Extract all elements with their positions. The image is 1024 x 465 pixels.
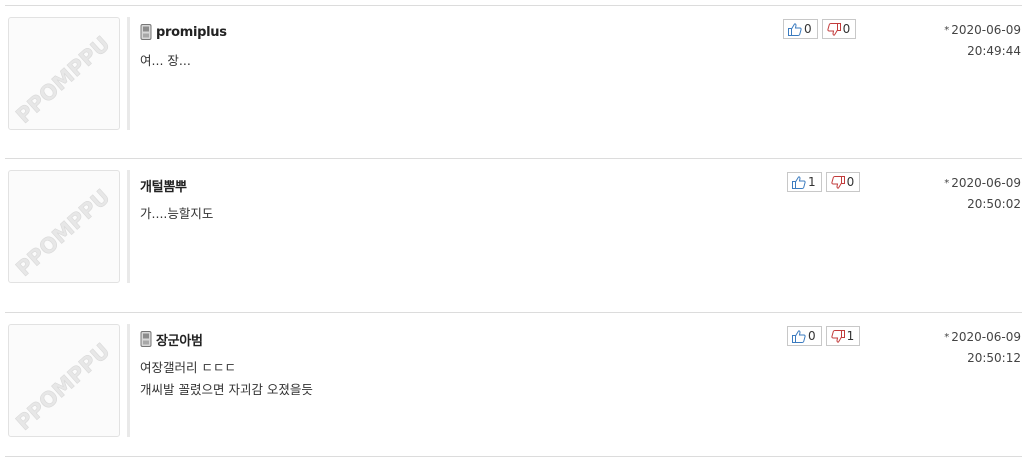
dislike-button[interactable]: 1 [825, 326, 861, 346]
thumbs-up-icon [788, 22, 802, 36]
comment-line: 가....능할지도 [140, 206, 214, 221]
mobile-phone-icon [140, 24, 152, 40]
like-button[interactable]: 0 [787, 326, 822, 346]
vote-buttons: 0 1 [787, 326, 861, 346]
comment-date: 2020-06-09 [951, 330, 1021, 344]
svg-text:PPOMPPU: PPOMPPU [11, 185, 114, 281]
comment-author[interactable]: promiplus [140, 23, 227, 41]
avatar[interactable]: PPOMPPU [8, 17, 120, 130]
dislike-button[interactable]: 0 [821, 19, 857, 39]
comment-item: PPOMPPU promiplus 여... 장... 0 0 * 2020-0… [0, 6, 1024, 158]
ppomppu-watermark-icon: PPOMPPU [11, 184, 115, 281]
like-count: 0 [808, 329, 816, 343]
comment-line: 여장갤러리 ㄷㄷㄷ [140, 360, 236, 375]
thumbs-down-icon [831, 175, 845, 189]
dislike-button[interactable]: 0 [825, 172, 861, 192]
dislike-count: 0 [842, 22, 851, 36]
comment-date: 2020-06-09 [951, 176, 1021, 190]
comment-item: PPOMPPU 개털뽐뿌 가....능할지도 1 0 * 2020-06-09 … [0, 159, 1024, 311]
thumbs-up-icon [792, 175, 806, 189]
like-button[interactable]: 1 [787, 172, 822, 192]
svg-text:PPOMPPU: PPOMPPU [11, 339, 114, 435]
comment-time: 20:50:02 [967, 197, 1021, 211]
dislike-count: 1 [846, 329, 855, 343]
comment-indent-bar [127, 170, 130, 283]
author-name: 장군아범 [156, 333, 203, 349]
ppomppu-watermark-icon: PPOMPPU [11, 31, 115, 128]
ppomppu-watermark-icon: PPOMPPU [11, 338, 115, 435]
comment-indent-bar [127, 324, 130, 437]
comment-indent-bar [127, 17, 130, 130]
comment-meta: * 2020-06-09 20:50:02 [944, 173, 1021, 215]
comment-list: PPOMPPU promiplus 여... 장... 0 0 * 2020-0… [0, 0, 1024, 462]
meta-bullet: * [944, 178, 950, 189]
avatar[interactable]: PPOMPPU [8, 324, 120, 437]
comment-author[interactable]: 개털뽐뿌 [140, 176, 187, 195]
thumbs-down-icon [827, 22, 841, 36]
vote-buttons: 1 0 [787, 172, 861, 192]
comment-meta: * 2020-06-09 20:49:44 [944, 20, 1021, 62]
avatar[interactable]: PPOMPPU [8, 170, 120, 283]
comment-body: 여... 장... [140, 50, 191, 72]
comment-line: 여... 장... [140, 53, 191, 68]
svg-text:PPOMPPU: PPOMPPU [11, 32, 114, 128]
comment-meta: * 2020-06-09 20:50:12 [944, 327, 1021, 369]
thumbs-up-icon [792, 329, 806, 343]
comment-body: 가....능할지도 [140, 203, 213, 225]
like-count: 1 [808, 175, 816, 189]
author-name: 개털뽐뿌 [140, 179, 187, 195]
comment-time: 20:49:44 [967, 44, 1021, 58]
meta-bullet: * [944, 332, 950, 343]
comment-date: 2020-06-09 [951, 23, 1021, 37]
like-button[interactable]: 0 [783, 19, 818, 39]
mobile-phone-icon [140, 331, 152, 347]
author-name: promiplus [156, 24, 227, 40]
divider [5, 456, 1022, 457]
comment-author[interactable]: 장군아범 [140, 330, 203, 349]
comment-line: 개씨발 꼴렸으면 자괴감 오졌을듯 [140, 382, 313, 397]
like-count: 0 [804, 22, 812, 36]
vote-buttons: 0 0 [783, 19, 857, 39]
comment-body: 여장갤러리 ㄷㄷㄷ 개씨발 꼴렸으면 자괴감 오졌을듯 [140, 357, 313, 401]
comment-item: PPOMPPU 장군아범 여장갤러리 ㄷㄷㄷ 개씨발 꼴렸으면 자괴감 오졌을듯… [0, 313, 1024, 465]
thumbs-down-icon [831, 329, 845, 343]
meta-bullet: * [944, 25, 950, 36]
dislike-count: 0 [846, 175, 855, 189]
comment-time: 20:50:12 [967, 351, 1021, 365]
